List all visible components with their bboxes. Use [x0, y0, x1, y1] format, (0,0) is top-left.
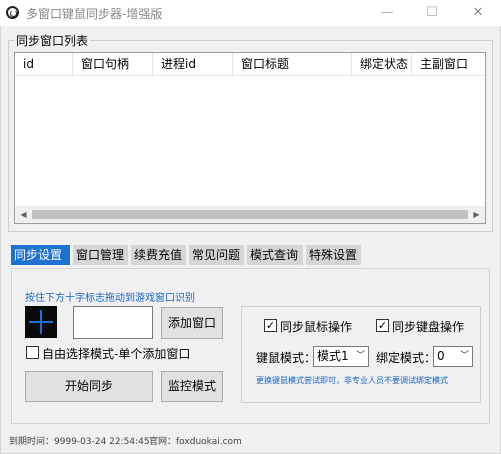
- minimize-button[interactable]: —: [364, 0, 410, 26]
- horizontal-scrollbar[interactable]: ◀ ▶: [15, 206, 485, 223]
- free-select-label: 自由选择模式-单个添加窗口: [42, 347, 191, 361]
- scrollbar-thumb[interactable]: [32, 210, 468, 219]
- scroll-right-icon[interactable]: ▶: [468, 206, 485, 223]
- tab-mode-query[interactable]: 模式查询: [247, 245, 303, 265]
- mode-note-text: 更换键鼠模式尝试即可，非专业人员不要调试绑定模式: [256, 376, 448, 385]
- expiry-label: 到期时间：: [9, 437, 55, 447]
- chevron-down-icon: ﹀: [459, 351, 469, 361]
- tab-faq[interactable]: 常见问题: [189, 245, 244, 265]
- table-header: id 窗口句柄 进程id 窗口标题 绑定状态 主副窗口: [15, 53, 485, 76]
- scroll-left-icon[interactable]: ◀: [15, 206, 32, 223]
- tab-special-settings[interactable]: 特殊设置: [306, 245, 361, 265]
- free-select-checkbox[interactable]: [26, 346, 39, 359]
- window-handle-input[interactable]: [73, 306, 153, 339]
- window-title: 多窗口键鼠同步器-增强版: [26, 7, 163, 21]
- tab-renewal[interactable]: 续费充值: [131, 245, 186, 265]
- column-header-bind-status[interactable]: 绑定状态: [352, 53, 412, 75]
- window-list-group-label: 同步窗口列表: [14, 32, 91, 49]
- maximize-button[interactable]: ☐: [409, 0, 455, 26]
- title-bar[interactable]: 多窗口键鼠同步器-增强版 — ☐ ✕: [0, 0, 501, 26]
- keymouse-mode-label: 键鼠模式：: [256, 351, 317, 365]
- app-logo-icon: [6, 6, 19, 19]
- drag-hint-text: 按住下方十字标志拖动到游戏窗口识别: [25, 293, 195, 304]
- keymouse-mode-value: 模式1: [317, 349, 349, 363]
- keyboard-sync-checkbox[interactable]: ✓: [376, 319, 389, 332]
- keyboard-sync-label: 同步键盘操作: [392, 320, 465, 334]
- bind-mode-select[interactable]: 0 ﹀: [433, 346, 473, 367]
- keymouse-mode-select[interactable]: 模式1 ﹀: [313, 346, 369, 367]
- mouse-sync-label: 同步鼠标操作: [280, 320, 353, 334]
- expiry-value: 9999-03-24 22:54:45: [54, 437, 150, 447]
- mouse-sync-checkbox[interactable]: ✓: [264, 319, 277, 332]
- website-label: 官网：: [149, 437, 177, 447]
- monitor-mode-button[interactable]: 监控模式: [161, 371, 223, 402]
- bind-mode-value: 0: [437, 349, 445, 363]
- column-header-process-id[interactable]: 进程id: [153, 53, 233, 75]
- start-sync-button[interactable]: 开始同步: [25, 371, 153, 402]
- window-list-table[interactable]: id 窗口句柄 进程id 窗口标题 绑定状态 主副窗口 ◀ ▶: [14, 52, 486, 224]
- add-window-button[interactable]: 添加窗口: [161, 307, 223, 339]
- tab-window-management[interactable]: 窗口管理: [73, 245, 128, 265]
- column-header-id[interactable]: id: [15, 53, 73, 75]
- tab-sync-settings[interactable]: 同步设置: [11, 245, 70, 265]
- chevron-down-icon: ﹀: [355, 351, 365, 361]
- expiry-info: 到期时间：9999-03-24 22:54:45: [9, 434, 150, 447]
- column-header-main-sub[interactable]: 主副窗口: [412, 53, 485, 75]
- bind-mode-label: 绑定模式：: [376, 351, 437, 365]
- crosshair-icon[interactable]: [25, 306, 57, 338]
- close-button[interactable]: ✕: [455, 0, 501, 26]
- website-link[interactable]: foxduokai.com: [176, 437, 242, 447]
- column-header-handle[interactable]: 窗口句柄: [73, 53, 153, 75]
- column-header-window-title[interactable]: 窗口标题: [233, 53, 352, 75]
- website-info: 官网：foxduokai.com: [149, 434, 242, 447]
